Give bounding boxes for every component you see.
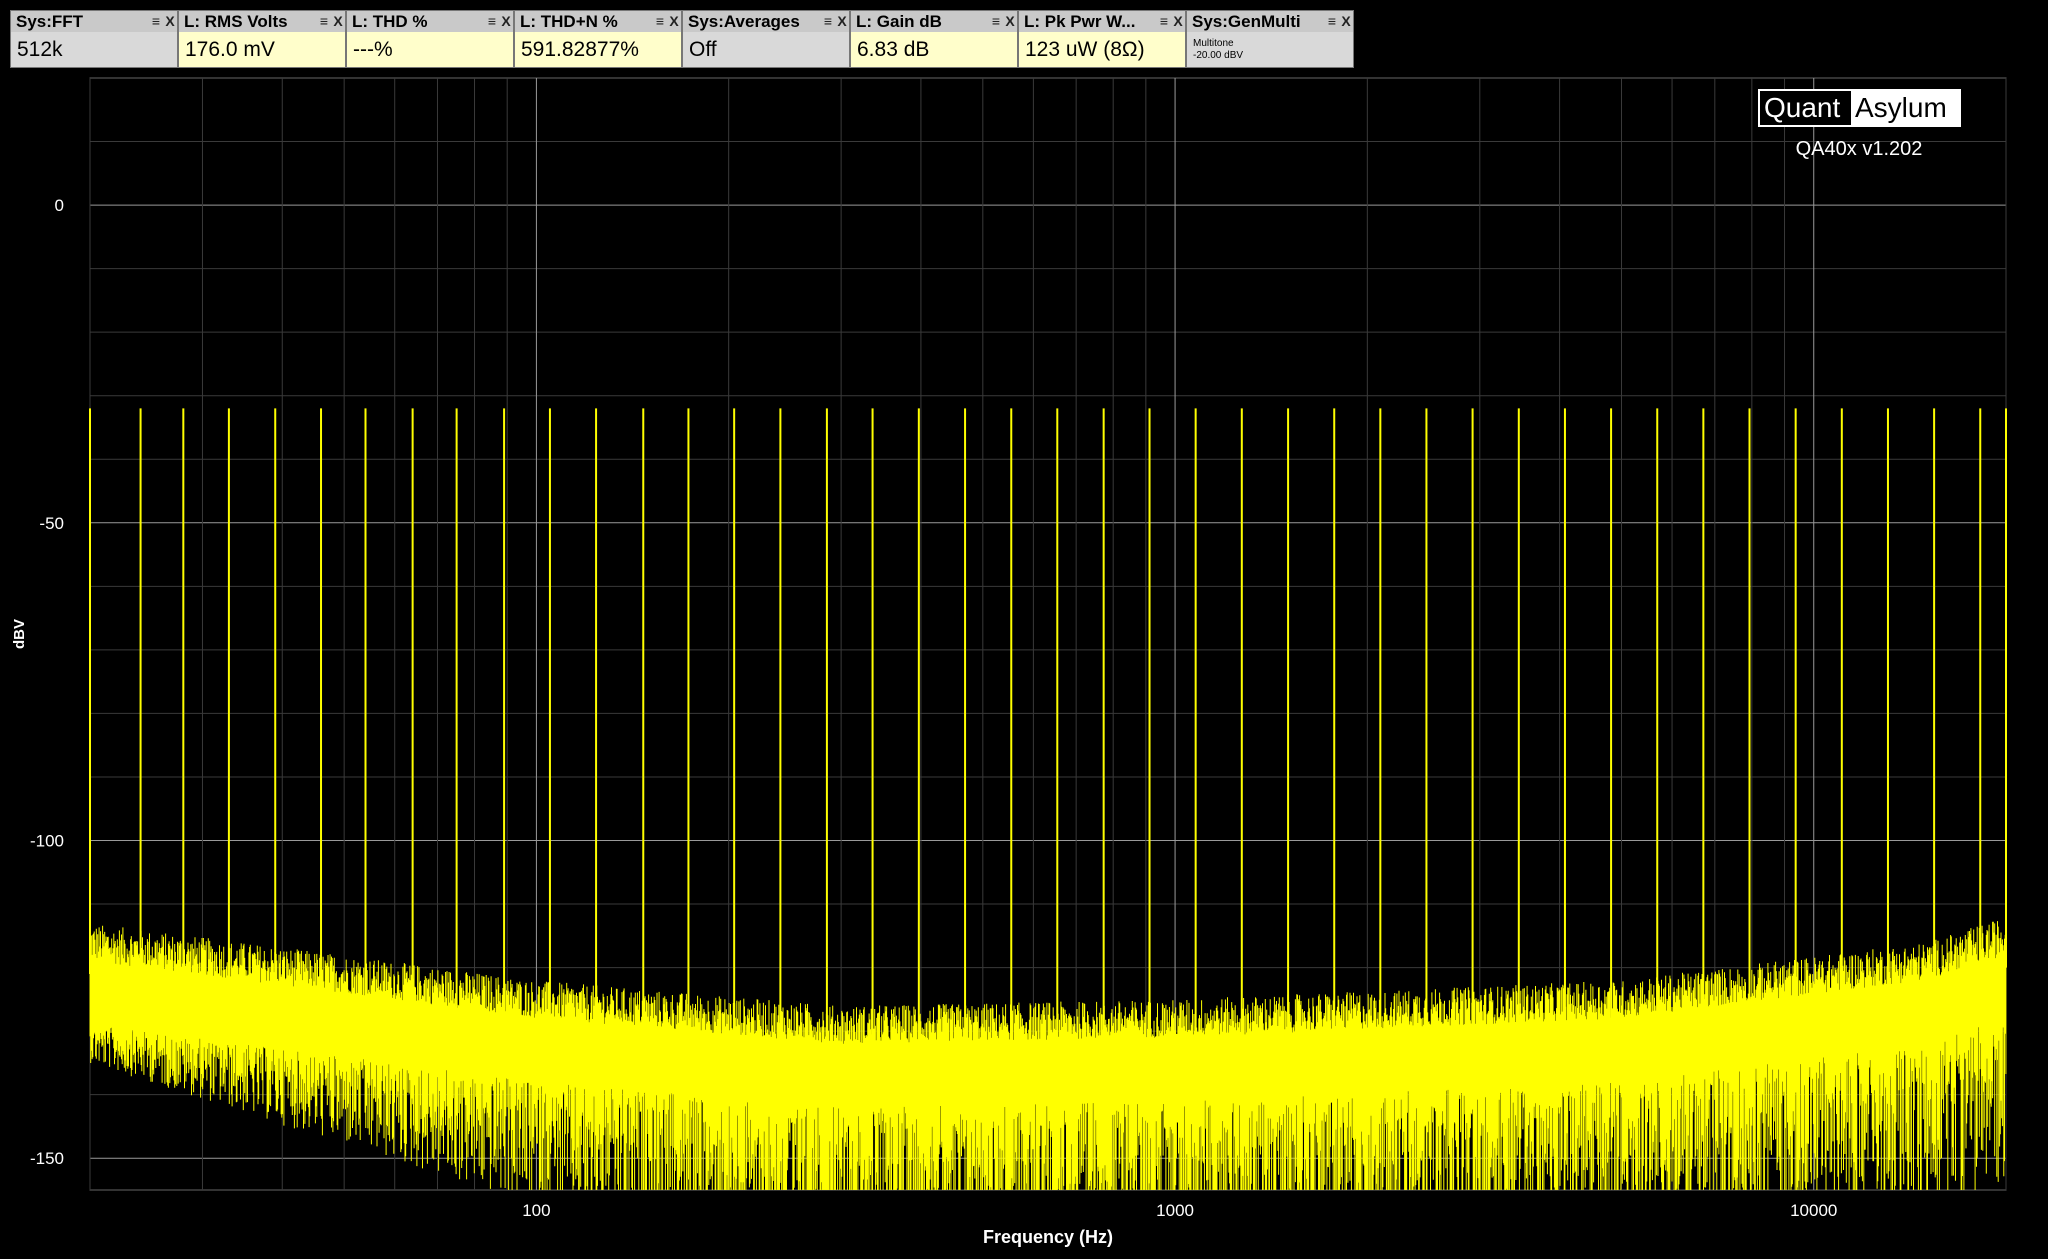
y-tick-label: 0: [55, 196, 64, 215]
y-tick-label: -150: [30, 1149, 64, 1168]
x-tick-label: 100: [522, 1201, 550, 1220]
x-axis-title: Frequency (Hz): [983, 1227, 1113, 1247]
x-tick-label: 10000: [1790, 1201, 1837, 1220]
y-axis-title: dBV: [11, 619, 28, 649]
x-tick-label: 1000: [1156, 1201, 1194, 1220]
brand-logo-left: Quant: [1764, 92, 1840, 123]
y-tick-label: -100: [30, 832, 64, 851]
spectrum-chart: 0 -50 -100 -150 100 1000 10000 Frequency (Hz) dB…: [11, 77, 2007, 1247]
y-tick-label: -50: [39, 514, 64, 533]
version-label: QA40x v1.202: [1796, 138, 1923, 160]
brand-logo-right: Asylum: [1855, 92, 1947, 123]
